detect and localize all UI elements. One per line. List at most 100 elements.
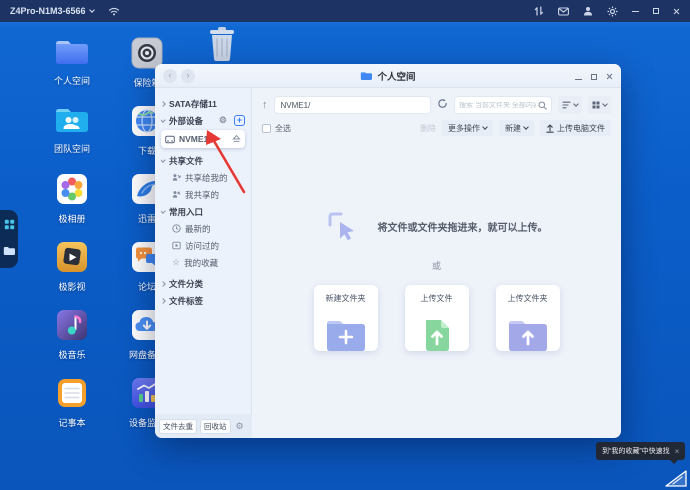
more-actions-label: 更多操作: [448, 123, 480, 133]
window-titlebar[interactable]: ‹ › 个人空间: [155, 64, 621, 88]
new-label: 新建: [505, 123, 521, 133]
delete-button: 删除: [420, 123, 436, 133]
sidebar-section-sata[interactable]: SATA存储11: [161, 95, 245, 112]
more-actions-button[interactable]: 更多操作: [442, 120, 493, 136]
window-minimize-icon[interactable]: [575, 67, 582, 85]
corner-sail-logo-icon[interactable]: [664, 468, 688, 488]
sidebar-item-label: 最新的: [185, 223, 211, 234]
mail-icon[interactable]: [558, 6, 569, 16]
history-icon: [172, 241, 181, 250]
sidebar-item-shared-by-me[interactable]: 我共享的: [161, 186, 245, 203]
add-device-button[interactable]: +: [234, 115, 245, 126]
search-box[interactable]: [454, 96, 552, 114]
sidebar-section-label: 文件标签: [169, 295, 204, 306]
window-title-text: 个人空间: [377, 71, 416, 83]
upload-folder-card[interactable]: 上传文件夹: [495, 284, 560, 351]
upload-icon: [546, 123, 554, 133]
close-icon[interactable]: [673, 8, 680, 15]
maximize-icon[interactable]: [653, 8, 659, 14]
new-folder-card[interactable]: 新建文件夹: [313, 284, 378, 351]
device-name: Z4Pro-N1M3-6566: [10, 6, 86, 16]
share-out-icon: [172, 191, 181, 198]
path-input[interactable]: [273, 96, 431, 114]
back-button[interactable]: ‹: [163, 68, 177, 83]
wifi-icon[interactable]: [108, 6, 120, 16]
sidebar-item-label: 我的收藏: [184, 257, 219, 268]
sidebar-item-label: NVME1: [179, 134, 209, 144]
sidebar-section-label: 常用入口: [169, 206, 204, 217]
clock-icon: [172, 224, 181, 233]
sidebar-section-quick-access[interactable]: 常用入口: [161, 203, 245, 220]
sidebar-section-categories[interactable]: 文件分类: [161, 275, 245, 292]
chevron-right-icon: [161, 100, 166, 107]
sidebar-item-nvme1[interactable]: NVME1: [161, 130, 245, 148]
sidebar-item-label: 共享给我的: [185, 172, 228, 183]
sidebar-item-recent[interactable]: 最新的: [161, 220, 245, 237]
sort-dropdown-button[interactable]: [558, 96, 582, 114]
sidebar-settings-gear-icon[interactable]: ⚙: [236, 421, 244, 432]
sidebar-section-tags[interactable]: 文件标签: [161, 292, 245, 309]
personal-space-folder-icon: [54, 41, 90, 70]
minimize-icon[interactable]: [632, 10, 639, 12]
window-controls: [575, 67, 613, 85]
window-title: 个人空间: [155, 69, 621, 83]
new-folder-icon: [326, 320, 365, 351]
photo-album-flower-icon: [55, 174, 89, 208]
search-input[interactable]: [459, 101, 536, 109]
upload-pc-label: 上传电脑文件: [557, 123, 605, 133]
desktop-icon-notepad[interactable]: 记事本: [37, 376, 107, 429]
window-close-icon[interactable]: [606, 67, 613, 85]
upload-file-card[interactable]: 上传文件: [404, 284, 469, 351]
view-mode-dropdown-button[interactable]: [588, 96, 611, 114]
sidebar-item-shared-to-me[interactable]: 共享给我的: [161, 169, 245, 186]
select-all-label[interactable]: 全选: [275, 123, 291, 134]
forward-button[interactable]: ›: [181, 68, 195, 83]
chevron-down-icon: [161, 207, 166, 214]
file-manager-window: ‹ › 个人空间 SATA存储11 外部设备 ⚙ + NVME1 共享文件 共享…: [155, 64, 621, 438]
sidebar-item-visited[interactable]: 访问过的: [161, 237, 245, 254]
share-in-icon: [172, 174, 181, 181]
user-icon[interactable]: [583, 6, 593, 16]
desktop-icon-personal-space[interactable]: 个人空间: [37, 36, 107, 87]
desktop-icon-recycle-bin[interactable]: [187, 26, 257, 64]
chevron-down-icon: [602, 101, 608, 107]
sidebar-item-favorites[interactable]: ☆ 我的收藏: [161, 254, 245, 271]
desktop-icon-music[interactable]: 极音乐: [37, 308, 107, 361]
dropzone[interactable]: 将文件或文件夹拖进来，就可以上传。 或 新建文件夹 上传文件 上传文件夹: [262, 136, 611, 432]
window-maximize-icon[interactable]: [591, 67, 597, 85]
toast-text: 到“我的收藏”中快速找: [602, 448, 670, 455]
refresh-icon[interactable]: [437, 96, 448, 114]
desktop-icon-label: 极影视: [58, 282, 86, 292]
device-name-menu[interactable]: Z4Pro-N1M3-6566: [10, 6, 95, 16]
side-dock: [0, 210, 18, 268]
new-button[interactable]: 新建: [499, 120, 534, 136]
settings-gear-icon[interactable]: [607, 6, 618, 17]
external-settings-gear-icon[interactable]: ⚙: [219, 115, 227, 126]
sidebar-section-external-devices[interactable]: 外部设备 ⚙ +: [161, 112, 245, 129]
sidebar-section-shared-files[interactable]: 共享文件: [161, 152, 245, 169]
recycle-bin-trash-icon: [205, 27, 239, 64]
notepad-icon: [55, 379, 89, 412]
desktop-icon-label: 团队空间: [53, 144, 90, 154]
dedupe-button[interactable]: 文件去重: [159, 418, 197, 434]
eject-icon[interactable]: [232, 134, 241, 145]
dock-files-icon[interactable]: [3, 243, 15, 261]
toolbar-row-2: 全选 删除 更多操作 新建 上传电脑文件: [262, 120, 611, 136]
recycle-bin-button[interactable]: 回收站: [200, 418, 231, 434]
chevron-right-icon: [161, 280, 166, 287]
transfer-icon[interactable]: [534, 6, 544, 16]
desktop-icon-team-space[interactable]: 团队空间: [37, 104, 107, 155]
sidebar-item-label: 我共享的: [185, 189, 220, 200]
chevron-down-icon: [88, 7, 95, 13]
desktop-icon-movies[interactable]: 极影视: [37, 240, 107, 293]
dock-apps-icon[interactable]: [4, 217, 15, 235]
upload-pc-files-button[interactable]: 上传电脑文件: [540, 120, 611, 136]
up-directory-button[interactable]: ↑: [262, 97, 268, 113]
desktop-icon-photo-album[interactable]: 极相册: [37, 172, 107, 225]
toast-close-icon[interactable]: ×: [675, 447, 680, 456]
desktop-icon-label: 个人空间: [53, 76, 90, 86]
select-all-checkbox[interactable]: [262, 123, 271, 133]
chevron-down-icon: [161, 116, 166, 123]
toolbar-row-1: ↑: [262, 96, 611, 114]
chevron-down-icon: [573, 101, 579, 107]
